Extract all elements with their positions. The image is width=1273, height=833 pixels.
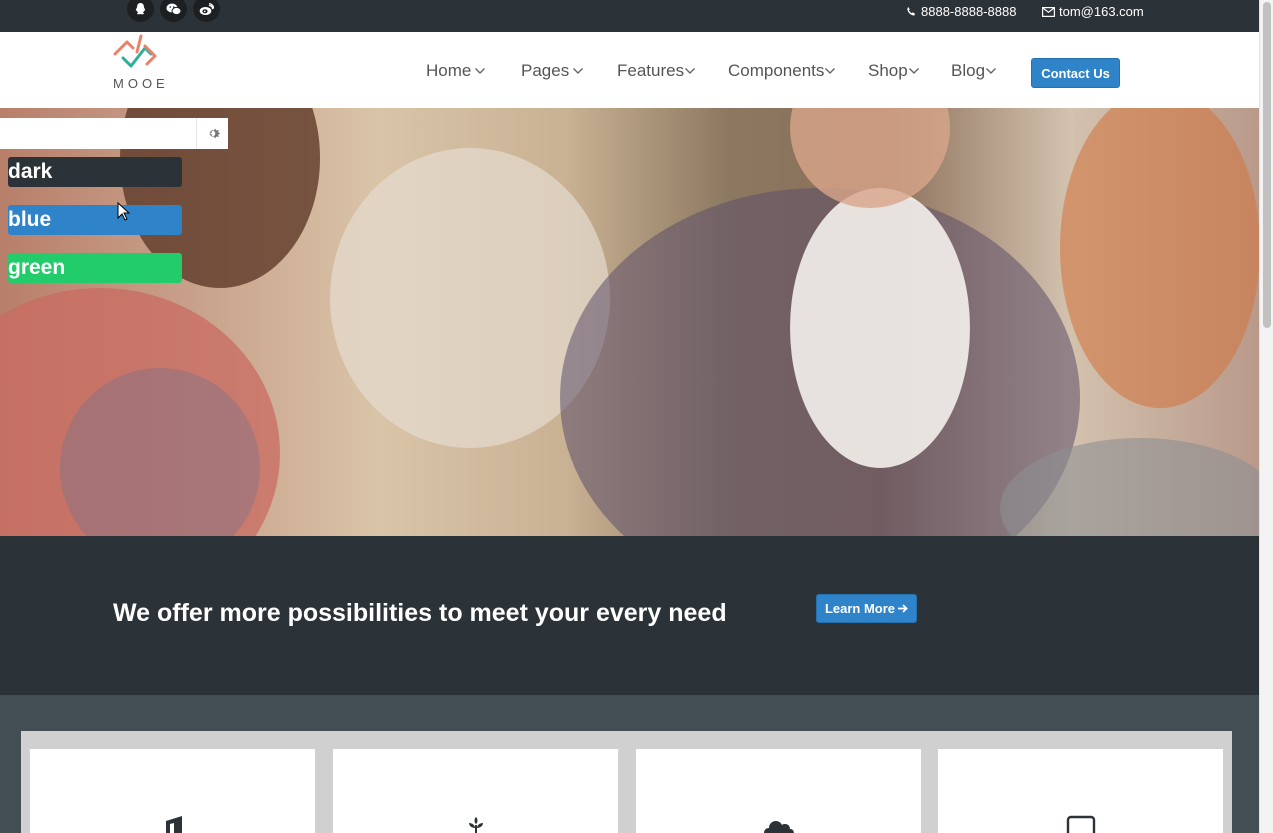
chevron-down-icon — [825, 68, 836, 74]
learn-more-label: Learn More — [824, 601, 896, 616]
music-icon — [165, 816, 182, 833]
qq-icon[interactable] — [127, 0, 154, 22]
theme-option-blue[interactable]: blue — [8, 205, 182, 235]
nav-label: Components — [728, 61, 825, 80]
nav-item-blog[interactable]: Blog — [951, 61, 997, 81]
chevron-down-icon — [573, 68, 584, 74]
nav-label: Shop — [868, 61, 908, 80]
theme-option-dark[interactable]: dark — [8, 157, 182, 187]
features-section — [0, 695, 1259, 833]
nav-label: Home — [426, 61, 472, 80]
nav-label: Pages — [521, 61, 570, 80]
page: 8888-8888-8888 tom@163.com MOOE Home Pag… — [0, 0, 1273, 833]
arrow-right-icon — [898, 604, 908, 613]
scrollbar-thumb[interactable] — [1263, 2, 1271, 328]
nav-item-shop[interactable]: Shop — [868, 61, 920, 81]
feature-card — [30, 749, 315, 833]
hero-image — [0, 108, 1259, 536]
feature-card — [938, 749, 1223, 833]
learn-more-button[interactable]: Learn More — [816, 594, 917, 623]
nav-item-components[interactable]: Components — [728, 61, 836, 81]
email-contact[interactable]: tom@163.com — [1042, 4, 1144, 19]
leaf-icon — [468, 817, 483, 833]
features-container — [21, 731, 1232, 833]
nav-item-pages[interactable]: Pages — [521, 61, 584, 81]
call-to-action-banner: We offer more possibilities to meet your… — [0, 536, 1259, 695]
weibo-icon[interactable] — [193, 0, 220, 22]
envelope-icon — [1042, 6, 1055, 17]
chevron-down-icon — [685, 68, 696, 74]
nav-label: Blog — [951, 61, 986, 80]
chevron-down-icon — [475, 68, 486, 74]
chevron-down-icon — [908, 68, 919, 74]
feature-card — [333, 749, 618, 833]
phone-number: 8888-8888-8888 — [921, 4, 1017, 19]
contact-us-button[interactable]: Contact Us — [1031, 58, 1120, 88]
logo-text[interactable]: MOOE — [113, 76, 169, 91]
phone-contact: 8888-8888-8888 — [906, 4, 1016, 19]
feature-card — [636, 749, 921, 833]
banner-title: We offer more possibilities to meet your… — [113, 599, 727, 627]
main-navbar: MOOE Home Pages Features Components Shop… — [0, 32, 1259, 108]
nav-item-home[interactable]: Home — [426, 61, 486, 81]
theme-option-green[interactable]: green — [8, 253, 182, 283]
theme-settings-panel — [0, 118, 228, 149]
phone-icon — [907, 7, 916, 16]
nav-item-features[interactable]: Features — [617, 61, 696, 81]
chevron-down-icon — [986, 68, 997, 74]
email-address[interactable]: tom@163.com — [1059, 4, 1144, 19]
nav-label: Features — [617, 61, 685, 80]
wechat-icon[interactable] — [160, 0, 187, 22]
cloud-icon — [763, 821, 794, 833]
top-bar: 8888-8888-8888 tom@163.com — [0, 0, 1259, 32]
mouse-cursor-icon — [117, 202, 131, 221]
gear-icon[interactable] — [196, 118, 228, 149]
monitor-icon — [1066, 815, 1095, 833]
